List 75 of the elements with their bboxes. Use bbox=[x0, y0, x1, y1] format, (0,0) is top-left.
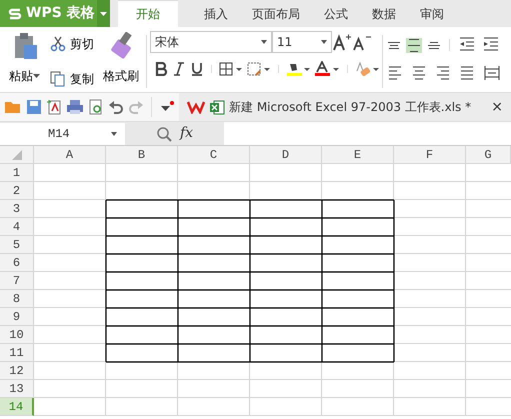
cut-button[interactable]: 剪切 bbox=[49, 35, 95, 53]
row-header[interactable]: 4 bbox=[0, 218, 34, 236]
pdf-export-icon[interactable] bbox=[46, 99, 62, 115]
bottom-align-icon bbox=[427, 42, 441, 48]
borders-icon[interactable] bbox=[219, 62, 243, 76]
copy-button[interactable]: 复制 bbox=[49, 70, 95, 88]
grow-font-icon[interactable] bbox=[332, 33, 352, 51]
ribbon-tab[interactable]: 页面布局 bbox=[240, 0, 312, 27]
row-header[interactable]: 2 bbox=[0, 182, 34, 200]
ribbon-tab[interactable]: 公式 bbox=[312, 0, 360, 27]
row-header[interactable]: 11 bbox=[0, 344, 34, 362]
column-header[interactable]: A bbox=[34, 146, 106, 164]
name-box[interactable]: M14 bbox=[0, 122, 125, 144]
format-painter-button[interactable]: 格式刷 bbox=[99, 31, 143, 92]
logo-icon bbox=[8, 6, 22, 20]
zoom-icon[interactable] bbox=[156, 126, 172, 142]
formula-input[interactable] bbox=[224, 122, 511, 145]
top-align-icon bbox=[387, 42, 401, 48]
ribbon-tab[interactable]: 插入 bbox=[192, 0, 240, 27]
row-header[interactable]: 6 bbox=[0, 254, 34, 272]
caret-icon bbox=[321, 40, 327, 44]
ribbon-tab[interactable]: 审阅 bbox=[408, 0, 456, 27]
column-header[interactable]: G bbox=[466, 146, 511, 164]
spreadsheet-file-icon bbox=[209, 99, 225, 115]
row-header[interactable]: 13 bbox=[0, 380, 34, 398]
font-name: 宋体 bbox=[155, 34, 179, 51]
copy-icon bbox=[50, 71, 66, 87]
paste-button[interactable]: 粘贴 bbox=[8, 69, 41, 83]
ribbon-tab[interactable]: 开始 bbox=[118, 0, 178, 27]
row-header[interactable]: 5 bbox=[0, 236, 34, 254]
caret-icon bbox=[111, 132, 117, 136]
row-header[interactable]: 7 bbox=[0, 272, 34, 290]
app-title: WPS 表格 bbox=[26, 4, 95, 23]
column-header[interactable]: F bbox=[394, 146, 466, 164]
underline-icon[interactable] bbox=[190, 62, 204, 76]
row-header[interactable]: 8 bbox=[0, 290, 34, 308]
w-logo-icon bbox=[187, 100, 205, 114]
fill-color-icon[interactable] bbox=[286, 61, 310, 77]
cell-reference: M14 bbox=[48, 126, 70, 142]
align-bottom-button[interactable] bbox=[426, 40, 442, 50]
align-middle-button[interactable] bbox=[406, 38, 422, 52]
font-color-icon[interactable] bbox=[314, 61, 340, 77]
row-header[interactable]: 12 bbox=[0, 362, 34, 380]
print-preview-icon[interactable] bbox=[88, 99, 104, 115]
column-header[interactable]: C bbox=[178, 146, 250, 164]
distributed-align-icon bbox=[483, 64, 501, 82]
caret-icon bbox=[261, 40, 267, 44]
middle-align-icon bbox=[407, 38, 421, 52]
font-size-select[interactable]: 11 bbox=[272, 31, 332, 53]
caret-icon bbox=[33, 74, 40, 78]
undo-icon[interactable] bbox=[108, 99, 124, 115]
font-name-select[interactable]: 宋体 bbox=[150, 31, 272, 53]
italic-icon[interactable] bbox=[172, 62, 186, 76]
document-tab[interactable]: 新建 Microsoft Excel 97-2003 工作表.xls * bbox=[209, 98, 480, 116]
align-top-button[interactable] bbox=[386, 40, 402, 50]
scissors-icon bbox=[50, 36, 66, 52]
row-header[interactable]: 9 bbox=[0, 308, 34, 326]
row-header[interactable]: 1 bbox=[0, 164, 34, 182]
column-header[interactable]: D bbox=[250, 146, 322, 164]
ribbon-tab[interactable]: 数据 bbox=[360, 0, 408, 27]
font-size: 11 bbox=[277, 34, 292, 51]
close-button[interactable]: × bbox=[491, 96, 503, 118]
print-icon[interactable] bbox=[66, 99, 84, 115]
row-header[interactable]: 10 bbox=[0, 326, 34, 344]
caret-icon bbox=[100, 12, 107, 16]
column-header[interactable]: E bbox=[322, 146, 394, 164]
cell-style-icon[interactable] bbox=[247, 62, 271, 76]
insert-function-button[interactable]: fx bbox=[180, 123, 194, 144]
align-distributed-button[interactable] bbox=[482, 63, 502, 83]
row-header[interactable]: 3 bbox=[0, 200, 34, 218]
clear-format-icon[interactable] bbox=[355, 61, 379, 77]
document-title: 新建 Microsoft Excel 97-2003 工作表.xls * bbox=[229, 99, 472, 116]
bold-icon[interactable] bbox=[154, 62, 168, 76]
save-icon[interactable] bbox=[26, 99, 42, 115]
column-header[interactable]: B bbox=[106, 146, 178, 164]
